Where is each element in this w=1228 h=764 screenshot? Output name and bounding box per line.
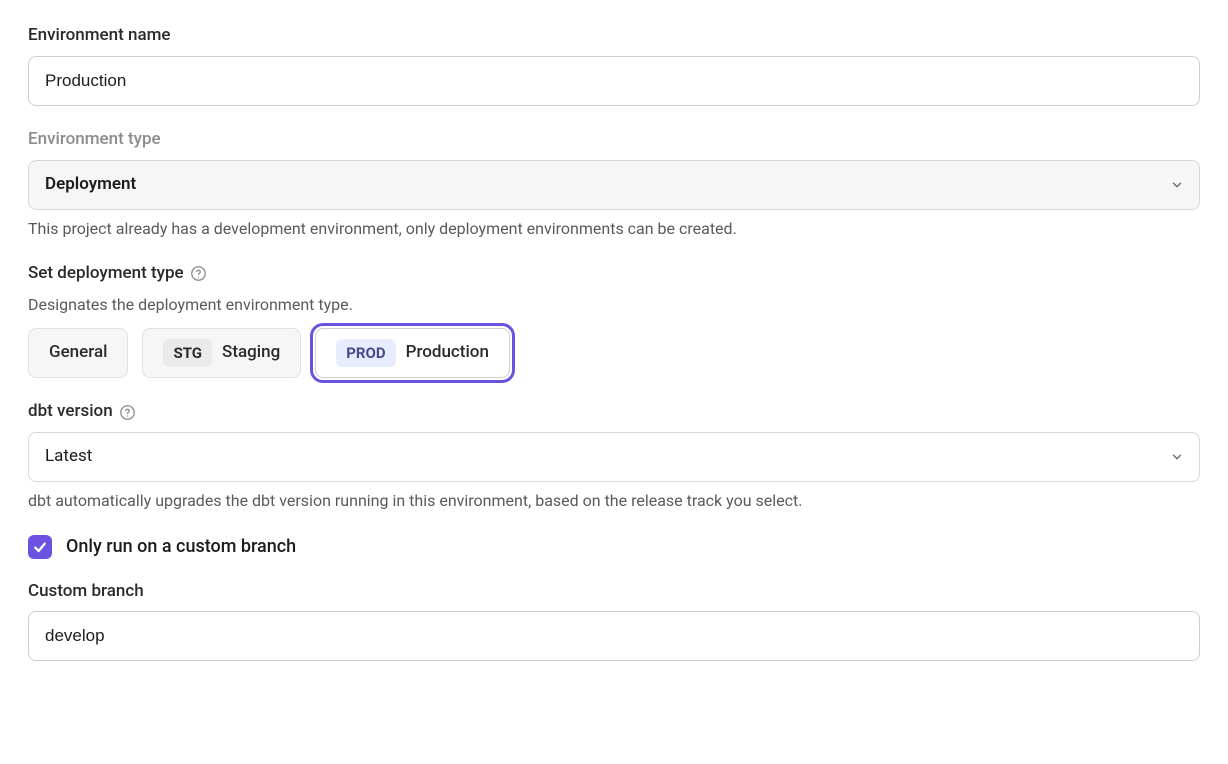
custom-branch-input[interactable] [28, 611, 1200, 661]
custom-branch-label: Custom branch [28, 580, 1200, 604]
option-label: Production [406, 341, 489, 365]
deployment-type-label: Set deployment type [28, 262, 1200, 286]
environment-type-helper: This project already has a development e… [28, 218, 1200, 240]
environment-type-group: Environment type Deployment This project… [28, 128, 1200, 240]
custom-branch-checkbox[interactable] [28, 535, 52, 559]
select-value: Deployment [45, 173, 136, 197]
help-icon[interactable] [190, 265, 208, 283]
deployment-type-group: Set deployment type Designates the deplo… [28, 262, 1200, 378]
deployment-type-staging[interactable]: STG Staging [142, 328, 301, 378]
label-text: Environment name [28, 24, 171, 48]
label-text: dbt version [28, 400, 113, 424]
select-value: Latest [45, 445, 92, 469]
deployment-type-general[interactable]: General [28, 328, 128, 378]
help-icon[interactable] [119, 403, 137, 421]
deployment-type-options: General STG Staging PROD Production [28, 328, 1200, 378]
option-tag: STG [163, 339, 212, 367]
option-label: Staging [222, 341, 280, 365]
environment-type-select-wrap: Deployment [28, 160, 1200, 210]
label-text: Custom branch [28, 580, 144, 604]
dbt-version-group: dbt version Latest dbt automatically upg… [28, 400, 1200, 512]
label-text: Environment type [28, 128, 161, 152]
environment-name-input[interactable] [28, 56, 1200, 106]
custom-branch-group: Custom branch [28, 580, 1200, 662]
environment-type-label: Environment type [28, 128, 1200, 152]
label-text: Set deployment type [28, 262, 184, 286]
dbt-version-helper: dbt automatically upgrades the dbt versi… [28, 490, 1200, 512]
dbt-version-select-wrap: Latest [28, 432, 1200, 482]
custom-branch-checkbox-label: Only run on a custom branch [66, 534, 296, 559]
environment-type-select[interactable]: Deployment [28, 160, 1200, 210]
deployment-type-production[interactable]: PROD Production [315, 328, 510, 378]
option-tag: PROD [336, 339, 395, 367]
option-label: General [49, 341, 107, 365]
dbt-version-select[interactable]: Latest [28, 432, 1200, 482]
dbt-version-label: dbt version [28, 400, 1200, 424]
custom-branch-toggle-row: Only run on a custom branch [28, 534, 1200, 559]
environment-name-group: Environment name [28, 24, 1200, 106]
environment-name-label: Environment name [28, 24, 1200, 48]
deployment-type-helper: Designates the deployment environment ty… [28, 294, 1200, 316]
